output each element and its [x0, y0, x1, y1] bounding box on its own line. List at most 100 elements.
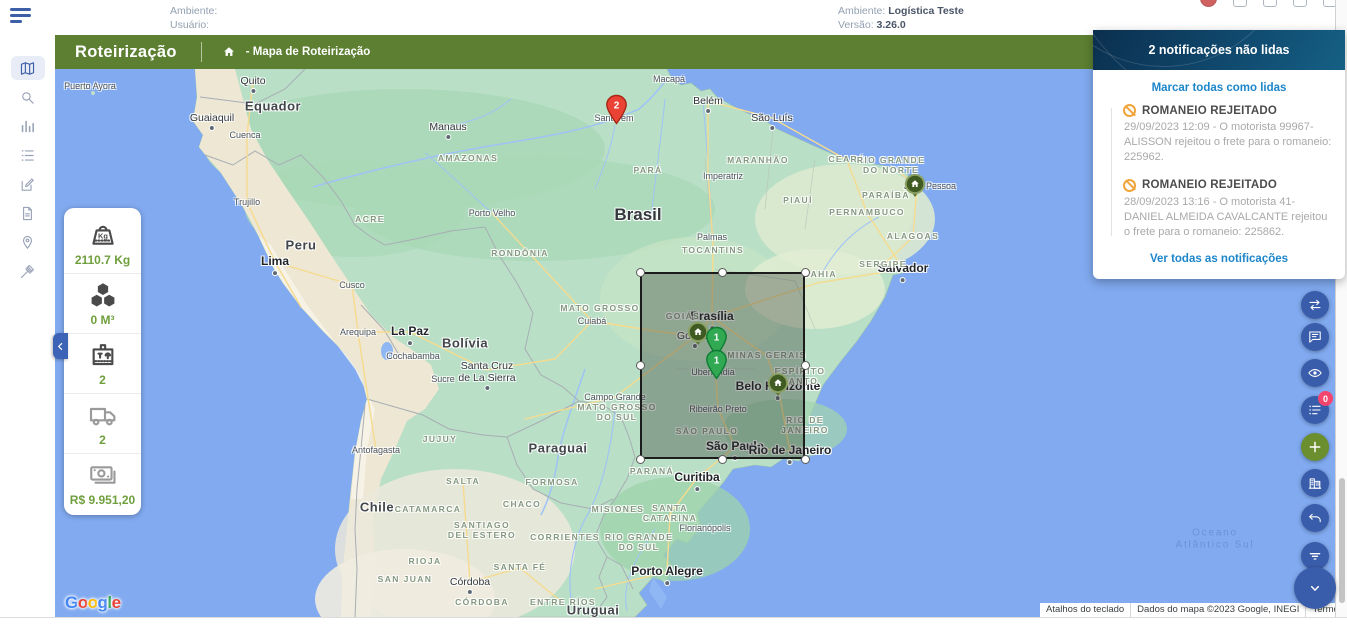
- depot-home-marker[interactable]: [763, 370, 793, 405]
- chevron-down-fab-button[interactable]: [1294, 567, 1336, 609]
- svg-text:Kg: Kg: [98, 232, 108, 241]
- stat-truck: 2: [64, 394, 141, 454]
- top-tray-icons: [1200, 0, 1337, 10]
- plus-fab-button[interactable]: [1301, 433, 1329, 461]
- environment-user-labels: Ambiente: Usuário:: [170, 4, 217, 32]
- header-divider: [201, 42, 202, 62]
- map-attribution: Atalhos do tecladoDados do mapa ©2023 Go…: [1040, 603, 1335, 617]
- truck-icon: [85, 399, 121, 431]
- eye-fab-button[interactable]: [1301, 359, 1329, 387]
- notification-body: 28/09/2023 13:16 - O motorista 41-DANIEL…: [1124, 195, 1333, 241]
- stat-value: 0 M³: [91, 313, 115, 327]
- selection-handle[interactable]: [636, 268, 645, 277]
- filter-fab-button[interactable]: [1301, 542, 1329, 570]
- sidebar-item-search[interactable]: [11, 85, 45, 109]
- tray-icon[interactable]: [1233, 0, 1247, 7]
- sidebar-item-chart[interactable]: [11, 114, 45, 138]
- selection-handle[interactable]: [636, 455, 645, 464]
- mark-all-read-link[interactable]: Marcar todas como lidas: [1105, 82, 1333, 94]
- notifications-count-label: 2 notificações não lidas: [1148, 43, 1289, 57]
- notification-title: ROMANEIO REJEITADO: [1142, 179, 1277, 191]
- stat-weight: Kg 2110.7 Kg: [64, 214, 141, 274]
- rejected-icon: [1123, 104, 1136, 117]
- google-logo-letter: o: [88, 593, 98, 612]
- notification-title: ROMANEIO REJEITADO: [1142, 105, 1277, 117]
- money-icon: [85, 459, 121, 491]
- depot-home-marker[interactable]: [900, 171, 930, 206]
- cubes-icon: [85, 279, 121, 311]
- versao-label: Versão:: [838, 19, 877, 31]
- swap-horizontal-fab-button[interactable]: [1301, 291, 1329, 319]
- sidebar-item-map[interactable]: [11, 56, 45, 80]
- home-icon-glyph: [222, 45, 236, 59]
- undo-icon: [1307, 510, 1323, 526]
- rejected-icon: [1123, 179, 1136, 192]
- stat-value: 2110.7 Kg: [75, 253, 130, 267]
- attribution-text: Dados do mapa ©2023 Google, INEGI: [1131, 603, 1306, 617]
- pin-icon: [19, 234, 36, 251]
- scrollbar-thumb[interactable]: [1339, 478, 1345, 603]
- red-numbered-pin[interactable]: 2: [604, 94, 629, 130]
- eye-icon: [1307, 365, 1323, 381]
- notifications-header: 2 notificações não lidas: [1093, 30, 1345, 70]
- notification-item[interactable]: ROMANEIO REJEITADO 28/09/2023 13:16 - O m…: [1115, 179, 1333, 241]
- ambiente-env-value: Logística Teste: [888, 5, 964, 17]
- weight-icon: Kg: [85, 219, 121, 251]
- sidebar-item-gavel[interactable]: [11, 259, 45, 283]
- selection-handle[interactable]: [718, 455, 727, 464]
- search-icon: [19, 89, 36, 106]
- versao-value: 3.26.0: [877, 19, 906, 31]
- chat-icon: [1307, 329, 1323, 345]
- selection-handle[interactable]: [718, 268, 727, 277]
- filter-icon: [1307, 548, 1323, 564]
- page-title: Roteirização: [55, 43, 201, 62]
- stat-value: 2: [99, 373, 106, 387]
- home-icon[interactable]: [222, 45, 236, 59]
- undo-fab-button[interactable]: [1301, 504, 1329, 532]
- attribution-link[interactable]: Atalhos do teclado: [1040, 603, 1131, 617]
- breadcrumb: - Mapa de Roteirização: [246, 46, 371, 58]
- app-root: Ambiente: Usuário: Ambiente: Logística T…: [0, 0, 1347, 626]
- tasks-icon: [19, 147, 36, 164]
- notifications-panel: 2 notificações não lidas Marcar todas co…: [1093, 30, 1345, 279]
- environment-version: Ambiente: Logística Teste Versão: 3.26.0: [838, 4, 964, 32]
- selection-handle[interactable]: [636, 361, 645, 370]
- building-icon: [1307, 475, 1323, 491]
- playlist-fab-button[interactable]: 0: [1301, 396, 1329, 424]
- building-fab-button[interactable]: [1301, 469, 1329, 497]
- stat-money: R$ 9.951,20: [64, 454, 141, 513]
- tray-icon[interactable]: [1263, 0, 1277, 7]
- sidebar-item-document[interactable]: [11, 201, 45, 225]
- map-icon: [19, 60, 36, 77]
- chevron-down-icon: [1307, 580, 1323, 596]
- green-numbered-pin[interactable]: 1: [704, 349, 729, 385]
- selection-handle[interactable]: [801, 455, 810, 464]
- google-logo[interactable]: Google: [65, 593, 121, 613]
- tray-icon[interactable]: [1293, 0, 1307, 7]
- google-logo-letter: o: [78, 593, 88, 612]
- sidebar-item-tasks[interactable]: [11, 143, 45, 167]
- view-all-notifications-link[interactable]: Ver todas as notificações: [1105, 253, 1333, 265]
- collapse-stats-button[interactable]: [53, 333, 68, 359]
- sidebar: [0, 35, 55, 626]
- gavel-icon: [19, 263, 36, 280]
- notifications-list: ROMANEIO REJEITADO29/09/2023 12:09 - O m…: [1111, 104, 1333, 240]
- stat-cubes: 0 M³: [64, 274, 141, 334]
- sidebar-item-edit[interactable]: [11, 172, 45, 196]
- tray-icon[interactable]: [1200, 0, 1217, 7]
- fab-badge-count: 0: [1318, 391, 1333, 406]
- chat-fab-button[interactable]: [1301, 323, 1329, 351]
- stat-box: 2: [64, 334, 141, 394]
- selection-handle[interactable]: [801, 361, 810, 370]
- ambiente-label: Ambiente:: [170, 5, 217, 17]
- notification-item[interactable]: ROMANEIO REJEITADO29/09/2023 12:09 - O m…: [1115, 104, 1333, 166]
- usuario-label: Usuário:: [170, 19, 209, 31]
- selection-handle[interactable]: [801, 268, 810, 277]
- plus-icon: [1307, 439, 1323, 455]
- svg-text:1: 1: [713, 356, 719, 367]
- sidebar-item-pin[interactable]: [11, 230, 45, 254]
- box-icon: [85, 339, 121, 371]
- menu-icon[interactable]: [10, 8, 32, 24]
- stat-value: 2: [99, 433, 106, 447]
- swap-horizontal-icon: [1307, 297, 1323, 313]
